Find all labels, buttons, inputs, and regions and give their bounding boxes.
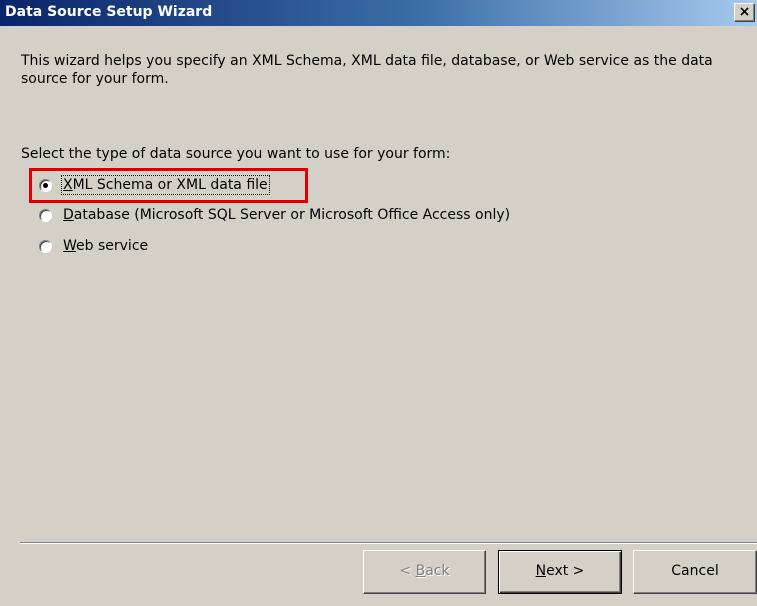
radio-web-service[interactable] [39,239,52,253]
cancel-button[interactable]: Cancel [633,550,757,594]
title-bar[interactable]: Data Source Setup Wizard × [0,0,757,26]
close-icon: × [738,4,751,20]
option-web-service[interactable]: Web service [39,236,148,256]
option-database-label[interactable]: Database (Microsoft SQL Server or Micros… [63,207,510,223]
data-source-prompt: Select the type of data source you want … [21,146,451,162]
close-button[interactable]: × [734,3,755,22]
option-web-service-label[interactable]: Web service [63,238,148,254]
intro-text: This wizard helps you specify an XML Sch… [21,53,713,87]
back-button[interactable]: < Back [363,550,486,594]
data-source-setup-wizard-dialog: Data Source Setup Wizard × This wizard h… [0,0,757,606]
highlight-annotation-box [29,168,308,203]
next-button[interactable]: Next > [498,550,622,594]
window-title: Data Source Setup Wizard [5,4,213,20]
radio-database[interactable] [39,208,52,222]
button-separator [20,542,757,544]
option-database[interactable]: Database (Microsoft SQL Server or Micros… [39,205,510,225]
